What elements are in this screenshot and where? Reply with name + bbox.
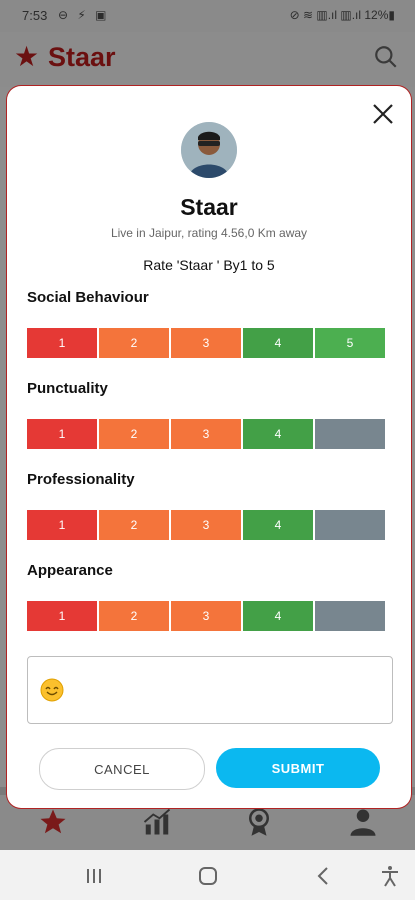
cancel-button[interactable]: CANCEL <box>39 748 205 790</box>
award-tab-icon[interactable] <box>244 807 274 837</box>
app-bar: ★ Staar <box>0 32 415 87</box>
rating-cell[interactable]: 1 <box>27 601 97 631</box>
rating-cell[interactable]: 1 <box>27 510 97 540</box>
rating-cell[interactable] <box>315 510 385 540</box>
rating-cell[interactable]: 1 <box>27 328 97 358</box>
category-label-punctuality: Punctuality <box>27 380 108 397</box>
status-time: 7:53 <box>22 8 48 23</box>
category-label-professionality: Professionality <box>27 471 135 488</box>
profile-name: Staar <box>180 194 238 220</box>
back-icon[interactable] <box>312 865 336 887</box>
system-navigation-bar <box>0 850 415 900</box>
rating-cell[interactable]: 2 <box>99 328 169 358</box>
rating-cell[interactable]: 4 <box>243 328 313 358</box>
rating-cell[interactable]: 4 <box>243 419 313 449</box>
search-icon[interactable] <box>373 44 399 70</box>
app-title: Staar <box>48 42 116 72</box>
rating-cell[interactable] <box>315 419 385 449</box>
rating-row-professionality: 1 2 3 4 <box>27 510 387 540</box>
notification-icons: ⊖ ⚡ ▣ <box>58 8 110 22</box>
rating-row-appearance: 1 2 3 4 <box>27 601 387 631</box>
category-label-social-behaviour: Social Behaviour <box>27 289 149 306</box>
rating-cell[interactable]: 3 <box>171 601 241 631</box>
rating-cell[interactable]: 2 <box>99 601 169 631</box>
accessibility-icon[interactable] <box>378 865 402 887</box>
rating-cell[interactable]: 4 <box>243 601 313 631</box>
rating-cell[interactable] <box>315 601 385 631</box>
comment-input[interactable] <box>27 656 393 724</box>
rating-cell[interactable]: 3 <box>171 328 241 358</box>
rating-cell[interactable]: 2 <box>99 419 169 449</box>
star-tab-icon[interactable] <box>38 807 68 837</box>
close-icon[interactable] <box>369 100 397 128</box>
category-label-appearance: Appearance <box>27 562 113 579</box>
recent-apps-icon[interactable] <box>82 865 106 887</box>
star-logo-icon: ★ <box>14 41 40 72</box>
chart-tab-icon[interactable] <box>142 807 172 837</box>
profile-subtitle: Live in Jaipur, rating 4.56,0 Km away <box>110 226 308 240</box>
rating-row-punctuality: 1 2 3 4 <box>27 419 387 449</box>
rating-cell[interactable]: 4 <box>243 510 313 540</box>
rate-heading: Rate 'Staar ' By1 to 5 <box>143 257 275 273</box>
avatar <box>181 122 237 178</box>
profile-tab-icon[interactable] <box>348 807 378 837</box>
rating-cell[interactable]: 2 <box>99 510 169 540</box>
submit-button[interactable]: SUBMIT <box>216 748 380 788</box>
system-status-icons: ⊘ ≋ ▥.ıl ▥.ıl 12%▮ <box>289 8 395 22</box>
rating-cell[interactable]: 3 <box>171 510 241 540</box>
status-bar: 7:53 ⊖ ⚡ ▣ ⊘ ≋ ▥.ıl ▥.ıl 12%▮ <box>0 0 415 32</box>
rating-cell[interactable]: 1 <box>27 419 97 449</box>
rating-cell[interactable]: 3 <box>171 419 241 449</box>
profile-photo <box>181 122 237 178</box>
rating-dialog: Staar Live in Jaipur, rating 4.56,0 Km a… <box>7 86 411 808</box>
rating-row-social-behaviour: 1 2 3 4 5 <box>27 328 387 358</box>
rating-cell[interactable]: 5 <box>315 328 385 358</box>
smiley-emoji-icon[interactable] <box>40 678 64 702</box>
home-icon[interactable] <box>196 865 220 887</box>
